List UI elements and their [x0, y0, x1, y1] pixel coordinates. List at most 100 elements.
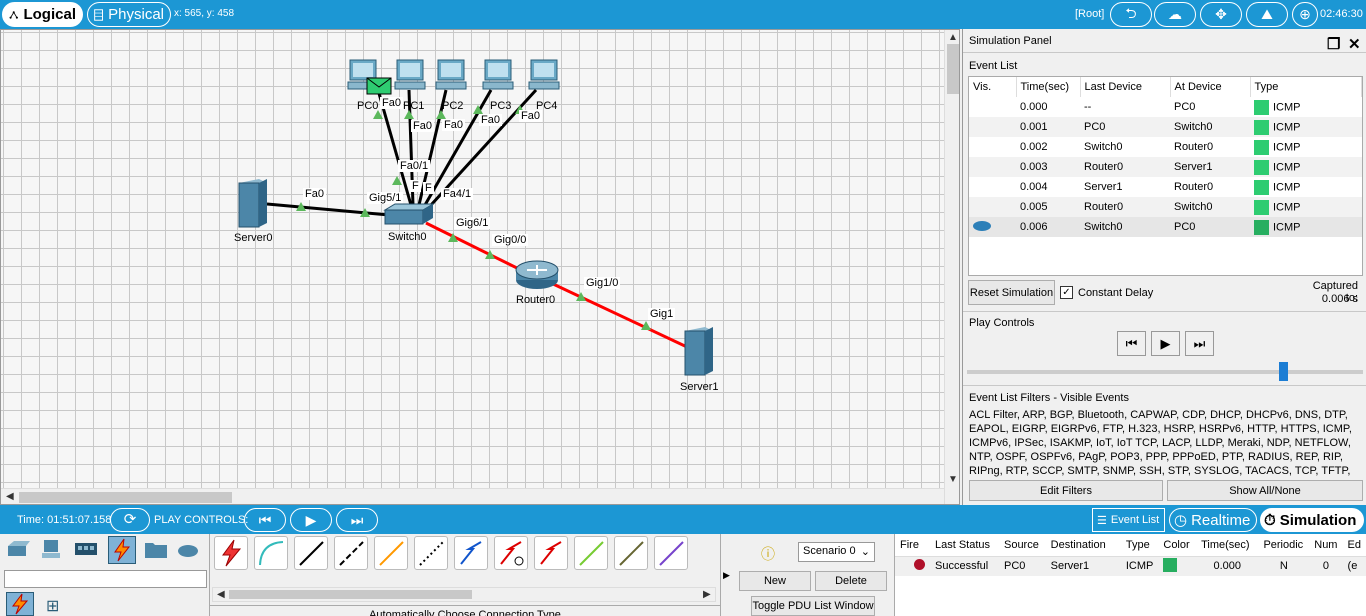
auto-connection-icon[interactable] [214, 536, 248, 570]
fire-cell[interactable] [895, 556, 930, 576]
workspace-horizontal-scrollbar[interactable]: ◀ [1, 488, 944, 504]
column-header[interactable]: At Device [1170, 77, 1251, 97]
back-button[interactable]: ⏮ [244, 508, 286, 532]
server0-icon[interactable] [237, 177, 269, 229]
cycle-devices-button[interactable]: ⟳ [110, 508, 150, 532]
step-forward-button[interactable]: ⏭ [1185, 331, 1214, 356]
device-type-field[interactable] [4, 570, 207, 588]
play-button[interactable]: ▶ [290, 508, 332, 532]
simulation-mode-button[interactable]: ⏱ Simulation [1260, 508, 1364, 532]
network-devices-icon[interactable] [6, 538, 30, 560]
move-button[interactable]: ✥ [1200, 2, 1242, 27]
column-header[interactable]: Fire [895, 534, 930, 557]
show-all-none-button[interactable]: Show All/None [1167, 480, 1363, 501]
logical-view-button[interactable]: Logical [2, 2, 83, 27]
constant-delay-checkbox[interactable]: ✓ [1060, 286, 1073, 299]
column-header[interactable]: Source [998, 534, 1046, 557]
back-button[interactable]: ⮌ [1110, 2, 1152, 27]
pc4-icon[interactable] [527, 58, 563, 92]
cloud-button[interactable]: ☁ [1154, 2, 1196, 27]
serial-dce-cable-icon[interactable] [494, 536, 528, 570]
folder-icon[interactable] [144, 538, 168, 560]
octal-cable-icon[interactable] [574, 536, 608, 570]
scroll-thumb[interactable] [19, 492, 232, 503]
close-icon[interactable]: ✕ [1348, 35, 1361, 53]
toggle-pdu-list-button[interactable]: Toggle PDU List Window [751, 596, 875, 616]
delete-scenario-button[interactable]: Delete [815, 571, 887, 591]
workspace-vertical-scrollbar[interactable]: ▲ ▼ [944, 30, 959, 504]
root-breadcrumb[interactable]: [Root] [1075, 8, 1104, 20]
pc2-icon[interactable] [434, 58, 470, 92]
usb-cable-icon[interactable] [654, 536, 688, 570]
console-cable-icon[interactable] [254, 536, 288, 570]
column-header[interactable]: Time(sec) [1196, 534, 1259, 557]
event-row[interactable]: 0.000 -- PC0 ICMP [969, 97, 1362, 117]
column-header[interactable]: Last Device [1080, 77, 1171, 97]
router0-icon[interactable] [514, 258, 560, 292]
info-icon[interactable]: ⓘ [761, 544, 775, 564]
forward-button[interactable]: ⏭ [336, 508, 378, 532]
event-row[interactable]: 0.001 PC0 Switch0 ICMP [969, 117, 1362, 137]
event-row[interactable]: 0.002 Switch0 Router0 ICMP [969, 137, 1362, 157]
switch0-icon[interactable] [383, 202, 435, 228]
column-header[interactable]: Type [1120, 534, 1159, 557]
straight-through-cable-icon[interactable] [294, 536, 328, 570]
connections-category-button[interactable] [108, 536, 136, 564]
background-image-button[interactable]: ⛰ [1246, 2, 1288, 27]
column-header[interactable]: Last Status [930, 534, 999, 557]
scroll-thumb[interactable] [229, 590, 472, 599]
grid-icon[interactable]: ⊞ [46, 596, 59, 616]
server1-icon[interactable] [683, 325, 715, 377]
coaxial-cable-icon[interactable] [454, 536, 488, 570]
restore-icon[interactable]: ❐ [1327, 35, 1340, 53]
column-header[interactable]: Num [1309, 534, 1343, 557]
end-devices-icon[interactable] [40, 538, 64, 560]
pc3-icon[interactable] [481, 58, 517, 92]
new-scenario-button[interactable]: New [739, 571, 811, 591]
serial-dte-cable-icon[interactable] [534, 536, 568, 570]
play-speed-slider[interactable] [967, 370, 1363, 374]
scroll-down-icon[interactable]: ▼ [948, 474, 958, 485]
event-list-table[interactable]: Vis. Time(sec) Last Device At Device Typ… [968, 76, 1363, 276]
reset-simulation-button[interactable]: Reset Simulation [968, 280, 1055, 305]
scroll-thumb[interactable] [947, 44, 959, 94]
column-header[interactable]: Time(sec) [1016, 77, 1081, 97]
fiber-cable-icon[interactable] [374, 536, 408, 570]
event-row-current[interactable]: 0.006 Switch0 PC0 ICMP [969, 217, 1362, 237]
scroll-up-icon[interactable]: ▲ [948, 32, 958, 43]
realtime-mode-button[interactable]: ◷ Realtime [1169, 508, 1257, 532]
play-button[interactable]: ▶ [1151, 331, 1180, 356]
event-row[interactable]: 0.004 Server1 Router0 ICMP [969, 177, 1362, 197]
edit-cell[interactable]: (e [1342, 556, 1366, 576]
iot-cable-icon[interactable] [614, 536, 648, 570]
play-speed-slider-thumb[interactable] [1279, 362, 1288, 381]
envelope-pdu-icon[interactable] [366, 77, 392, 95]
constant-delay-option[interactable]: ✓ Constant Delay [1060, 286, 1153, 299]
step-back-button[interactable]: ⏮ [1117, 331, 1146, 356]
column-header[interactable]: Type [1250, 77, 1362, 97]
pc1-icon[interactable] [393, 58, 429, 92]
edit-filters-button[interactable]: Edit Filters [969, 480, 1163, 501]
scroll-left-icon[interactable]: ◀ [6, 491, 14, 502]
column-header[interactable]: Color [1158, 534, 1197, 557]
phone-cable-icon[interactable] [414, 536, 448, 570]
connections-subtype-button[interactable] [6, 592, 34, 616]
column-header[interactable]: Periodic [1258, 534, 1310, 557]
column-header[interactable]: Destination [1045, 534, 1121, 557]
cloud-icon[interactable] [176, 538, 200, 560]
pdu-row[interactable]: Successful PC0 Server1 ICMP 0.000 N 0 (e [895, 556, 1366, 576]
logical-workspace[interactable]: PC0 PC1 PC2 PC3 PC4 Fa0 Fa0 Fa0 Fa0 Fa0 … [0, 29, 960, 505]
physical-view-button[interactable]: Physical [87, 2, 171, 27]
event-list-button[interactable]: ☰ Event List [1092, 508, 1165, 532]
expand-arrow-icon[interactable]: ▶ [723, 570, 730, 581]
event-row[interactable]: 0.003 Router0 Server1 ICMP [969, 157, 1362, 177]
viewport-button[interactable]: ⊕ [1292, 2, 1318, 27]
scroll-left-icon[interactable]: ◀ [217, 589, 225, 600]
connection-types-scrollbar[interactable]: ◀ ▶ [212, 587, 716, 602]
scroll-right-icon[interactable]: ▶ [703, 589, 711, 600]
event-row[interactable]: 0.005 Router0 Switch0 ICMP [969, 197, 1362, 217]
column-header[interactable]: Ed [1342, 534, 1366, 557]
fire-icon[interactable] [914, 559, 925, 571]
components-icon[interactable] [74, 538, 98, 560]
crossover-cable-icon[interactable] [334, 536, 368, 570]
